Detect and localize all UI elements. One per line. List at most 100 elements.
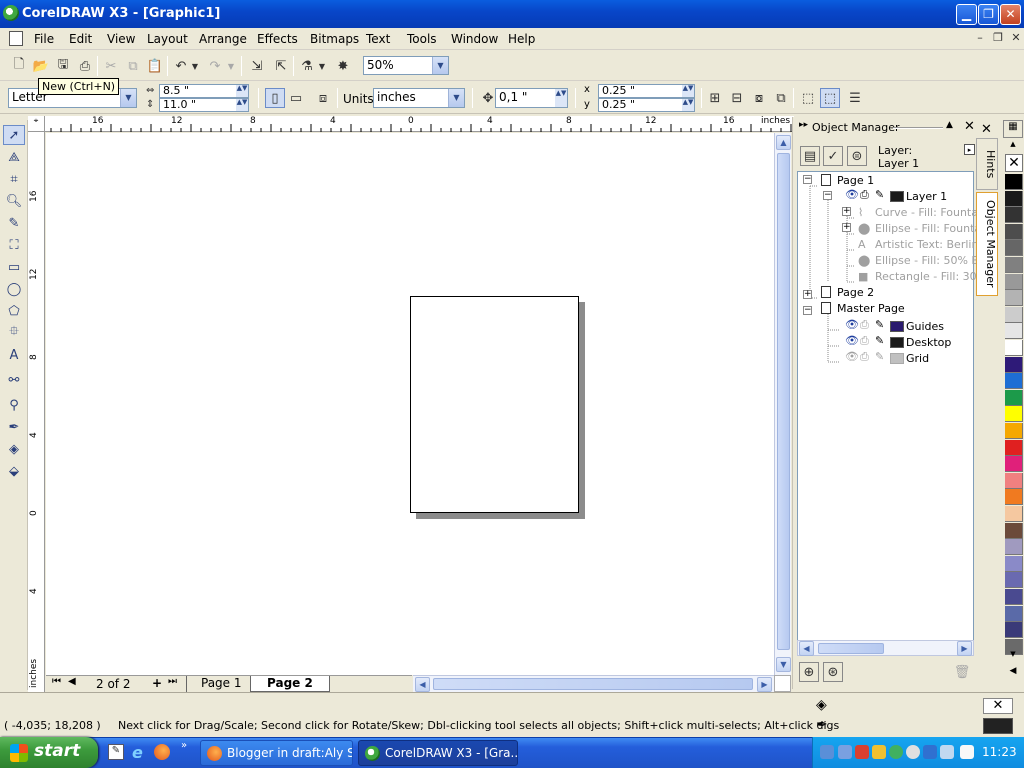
- page-tab-page2[interactable]: Page 2: [250, 676, 330, 692]
- palette-swatch[interactable]: [1005, 290, 1023, 307]
- freehand-tool-icon[interactable]: ✎: [3, 213, 25, 233]
- dynamic-guides-icon[interactable]: ⧉: [771, 88, 791, 108]
- printer-icon[interactable]: ⎙: [860, 350, 869, 364]
- first-page-icon[interactable]: ⏮: [52, 676, 61, 692]
- palette-scroll-down-icon[interactable]: ▼: [1003, 650, 1023, 662]
- redo-dropdown-icon[interactable]: ▼: [225, 56, 237, 76]
- print-icon[interactable]: ⎙: [75, 56, 95, 76]
- restore-button[interactable]: ❐: [978, 4, 999, 25]
- palette-swatch[interactable]: [1005, 572, 1023, 589]
- basic-shapes-tool-icon[interactable]: ⯐: [3, 323, 25, 343]
- palette-swatch[interactable]: [1005, 589, 1023, 605]
- tray-clock-app-icon[interactable]: [906, 745, 920, 759]
- text-tool-icon[interactable]: A: [3, 345, 25, 365]
- eye-icon[interactable]: 👁︎: [845, 318, 859, 331]
- edit-across-layers-icon[interactable]: ⬚: [820, 88, 840, 108]
- close-button[interactable]: ✕: [1000, 4, 1021, 25]
- palette-swatch[interactable]: [1005, 423, 1023, 439]
- pencil-icon[interactable]: ✎: [875, 188, 884, 201]
- shape-tool-icon[interactable]: ⟁: [3, 147, 25, 167]
- docker-tab-hints[interactable]: Hints: [976, 138, 998, 190]
- outline-indicator-icon[interactable]: ✒: [816, 717, 828, 733]
- menu-arrange[interactable]: Arrange: [199, 32, 247, 46]
- scroll-down-icon[interactable]: ▼: [776, 657, 791, 672]
- tree-page2[interactable]: Page 2: [837, 286, 874, 299]
- snap-to-guidelines-icon[interactable]: ⊟: [727, 88, 747, 108]
- save-icon[interactable]: 🖫: [53, 56, 73, 76]
- zoom-tool-icon[interactable]: 🔍︎: [3, 191, 25, 211]
- drawing-page[interactable]: [410, 296, 579, 513]
- snap-to-grid-icon[interactable]: ⊞: [705, 88, 725, 108]
- menu-file[interactable]: File: [34, 32, 54, 46]
- palette-swatch[interactable]: [1005, 622, 1023, 639]
- docker-close-icon[interactable]: ✕: [964, 119, 975, 134]
- expand-page2-icon[interactable]: +: [803, 290, 812, 299]
- internet-explorer-quicklaunch-icon[interactable]: e: [132, 743, 143, 762]
- start-button[interactable]: start: [0, 737, 98, 768]
- tree-object-ellipse-2[interactable]: Ellipse - Fill: 50% Bla: [875, 254, 989, 267]
- dup-x-spinner[interactable]: ▲▼: [682, 85, 694, 97]
- polygon-tool-icon[interactable]: ⬠: [3, 301, 25, 321]
- taskbar-item-blogger[interactable]: Blogger in draft:Aly S...: [200, 740, 353, 766]
- smart-fill-tool-icon[interactable]: ⛶: [3, 235, 25, 255]
- palette-swatch[interactable]: [1005, 406, 1023, 423]
- palette-swatch[interactable]: [1005, 273, 1023, 290]
- palette-swatch[interactable]: [1005, 190, 1023, 207]
- outline-tool-icon[interactable]: ✒: [3, 417, 25, 437]
- pencil-icon[interactable]: ✎: [875, 318, 884, 331]
- undo-dropdown-icon[interactable]: ▼: [189, 56, 201, 76]
- menu-view[interactable]: View: [107, 32, 135, 46]
- redo-icon[interactable]: ↷: [205, 56, 225, 76]
- grid-color-swatch[interactable]: [890, 353, 904, 364]
- welcome-screen-icon[interactable]: ✸: [333, 56, 353, 76]
- new-document-icon[interactable]: 🗋: [9, 56, 29, 76]
- application-launcher-icon[interactable]: ⚗: [297, 56, 317, 76]
- show-object-properties-icon[interactable]: ▤: [800, 146, 820, 166]
- crop-tool-icon[interactable]: ⌗: [3, 169, 25, 189]
- collapse-page1-icon[interactable]: −: [803, 175, 812, 184]
- tree-master-page[interactable]: Master Page: [837, 302, 905, 315]
- palette-swatch[interactable]: [1005, 389, 1023, 406]
- fill-indicator-icon[interactable]: ◈: [816, 697, 827, 713]
- palette-swatch[interactable]: [1005, 605, 1023, 622]
- palette-swatch[interactable]: [1005, 340, 1023, 356]
- tray-security-icon[interactable]: [855, 745, 869, 759]
- height-spinner[interactable]: ▲▼: [236, 99, 248, 111]
- page-tab-page1[interactable]: Page 1: [186, 676, 257, 692]
- eye-icon[interactable]: 👁︎: [845, 350, 859, 363]
- tree-horizontal-scrollbar[interactable]: ◀ ▶: [797, 640, 974, 656]
- landscape-icon[interactable]: ▭: [286, 88, 306, 108]
- tray-bluetooth-icon[interactable]: [923, 745, 937, 759]
- menu-bitmaps[interactable]: Bitmaps: [310, 32, 359, 46]
- layer1-color-swatch[interactable]: [890, 191, 904, 202]
- rectangle-tool-icon[interactable]: ▭: [3, 257, 25, 277]
- palette-swatch[interactable]: [1005, 323, 1023, 340]
- eye-icon[interactable]: 👁︎: [845, 334, 859, 347]
- launcher-dropdown-icon[interactable]: ▼: [316, 56, 328, 76]
- horizontal-scrollbar[interactable]: ◀ ▶: [413, 675, 774, 692]
- menu-help[interactable]: Help: [508, 32, 535, 46]
- pick-tool-icon[interactable]: ➚: [3, 125, 25, 145]
- nudge-spinner[interactable]: ▲▼: [555, 89, 567, 107]
- cut-icon[interactable]: ✂: [101, 56, 121, 76]
- coreldraw-app-icon[interactable]: [3, 5, 19, 21]
- paste-icon[interactable]: 📋: [145, 56, 165, 76]
- chevron-down-icon[interactable]: ▼: [432, 57, 448, 74]
- menu-window[interactable]: Window: [451, 32, 498, 46]
- tree-object-ellipse[interactable]: Ellipse - Fill: Fountain: [875, 222, 991, 235]
- treat-as-filled-icon[interactable]: ⬚: [798, 88, 818, 108]
- view-navigator-icon[interactable]: [774, 675, 791, 692]
- scroll-right-icon[interactable]: ▶: [957, 641, 972, 656]
- tray-update-icon[interactable]: [889, 745, 903, 759]
- eye-icon[interactable]: 👁︎: [845, 188, 859, 201]
- menu-edit[interactable]: Edit: [69, 32, 92, 46]
- chevron-down-icon[interactable]: ▼: [448, 89, 464, 107]
- palette-swatch[interactable]: [1005, 373, 1023, 390]
- undo-icon[interactable]: ↶: [171, 56, 191, 76]
- quicklaunch-chevron-icon[interactable]: »: [181, 740, 187, 751]
- notepad-quicklaunch-icon[interactable]: ✎: [108, 744, 124, 760]
- tree-desktop[interactable]: Desktop: [906, 336, 951, 349]
- palette-swatch[interactable]: [1005, 472, 1023, 489]
- palette-swatch[interactable]: [1005, 207, 1023, 224]
- pencil-icon[interactable]: ✎: [875, 334, 884, 347]
